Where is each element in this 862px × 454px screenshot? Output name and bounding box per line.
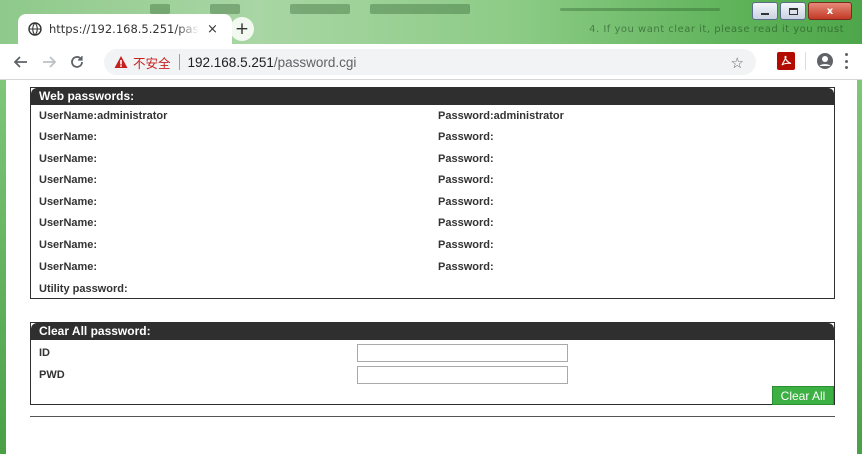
- password-row: UserName:administrator Password:administ…: [39, 110, 564, 122]
- window-edge: [0, 80, 6, 454]
- utility-password-row: Utility password:: [39, 283, 128, 295]
- not-secure-label[interactable]: 不安全: [133, 53, 171, 72]
- username-label: UserName:: [39, 196, 98, 208]
- password-label: Password:: [438, 153, 494, 165]
- username-label: UserName:: [39, 261, 98, 273]
- window-edge: [857, 80, 862, 454]
- tab-title: https://192.168.5.251/password.cgi: [49, 22, 199, 36]
- arrow-left-icon: [13, 55, 27, 68]
- password-row: UserName: Password:: [39, 217, 494, 229]
- forward-button[interactable]: [38, 51, 60, 73]
- arrow-right-icon: [43, 55, 57, 68]
- address-bar[interactable]: 不安全 192.168.5.251/password.cgi ☆: [104, 49, 756, 75]
- address-separator: [178, 54, 180, 70]
- tab-close-icon[interactable]: ×: [207, 22, 218, 37]
- password-row: UserName: Password:: [39, 261, 494, 273]
- background-window-text: 4. If you want clear it, please read it …: [589, 24, 844, 35]
- maximize-button[interactable]: [780, 2, 806, 20]
- divider: [30, 416, 835, 417]
- password-label: Password:: [438, 196, 494, 208]
- password-label: Password:: [438, 174, 494, 186]
- toolbar-separator: [805, 52, 806, 70]
- minimize-icon: [761, 12, 769, 15]
- profile-icon[interactable]: [816, 52, 834, 70]
- url-path: /password.cgi: [273, 54, 357, 70]
- web-passwords-panel: Web passwords: UserName:administrator Pa…: [30, 87, 835, 299]
- username-label: UserName:: [39, 174, 98, 186]
- globe-icon: [28, 22, 42, 36]
- clear-all-panel: Clear All password: ID PWD Clear All: [30, 322, 835, 405]
- background-decoration: [210, 4, 240, 14]
- window-controls: x: [752, 2, 852, 20]
- background-decoration: [150, 4, 170, 14]
- clear-all-title: Clear All password:: [31, 323, 834, 340]
- browser-tab[interactable]: https://192.168.5.251/password.cgi ×: [18, 14, 232, 44]
- web-passwords-title: Web passwords:: [31, 88, 834, 105]
- background-decoration: [290, 4, 350, 14]
- username-label: UserName:: [39, 239, 98, 251]
- new-tab-button[interactable]: +: [230, 17, 254, 41]
- reload-button[interactable]: [66, 51, 88, 73]
- id-label: ID: [39, 347, 50, 359]
- browser-toolbar: 不安全 192.168.5.251/password.cgi ☆: [0, 44, 862, 80]
- maximize-icon: [788, 7, 798, 15]
- username-label: UserName:: [39, 153, 98, 165]
- close-window-button[interactable]: x: [808, 2, 852, 20]
- reload-icon: [71, 55, 83, 68]
- password-row: UserName: Password:: [39, 131, 494, 143]
- password-row: UserName: Password:: [39, 196, 494, 208]
- kebab-menu-icon[interactable]: [844, 53, 848, 69]
- background-decoration: [560, 8, 720, 11]
- window-titlebar: 4. If you want clear it, please read it …: [0, 0, 862, 44]
- back-button[interactable]: [10, 51, 32, 73]
- username-label: UserName:administrator: [39, 110, 168, 122]
- pwd-input[interactable]: [357, 366, 568, 384]
- password-label: Password:: [438, 131, 494, 143]
- pdf-extension-icon[interactable]: [777, 52, 795, 70]
- minimize-button[interactable]: [752, 2, 778, 20]
- id-input[interactable]: [357, 344, 568, 362]
- clear-all-button[interactable]: Clear All: [772, 386, 834, 405]
- password-label: Password:administrator: [438, 110, 564, 122]
- password-row: UserName: Password:: [39, 174, 494, 186]
- password-label: Password:: [438, 261, 494, 273]
- background-decoration: [370, 4, 470, 14]
- username-label: UserName:: [39, 217, 98, 229]
- pwd-label: PWD: [39, 369, 65, 381]
- password-row: UserName: Password:: [39, 239, 494, 251]
- url-host: 192.168.5.251: [187, 54, 274, 70]
- warning-icon: [114, 56, 128, 68]
- password-label: Password:: [438, 217, 494, 229]
- username-label: UserName:: [39, 131, 98, 143]
- password-row: UserName: Password:: [39, 153, 494, 165]
- toolbar-right: [777, 52, 848, 70]
- password-label: Password:: [438, 239, 494, 251]
- bookmark-star-icon[interactable]: ☆: [731, 54, 744, 72]
- utility-password-label: Utility password:: [39, 283, 128, 295]
